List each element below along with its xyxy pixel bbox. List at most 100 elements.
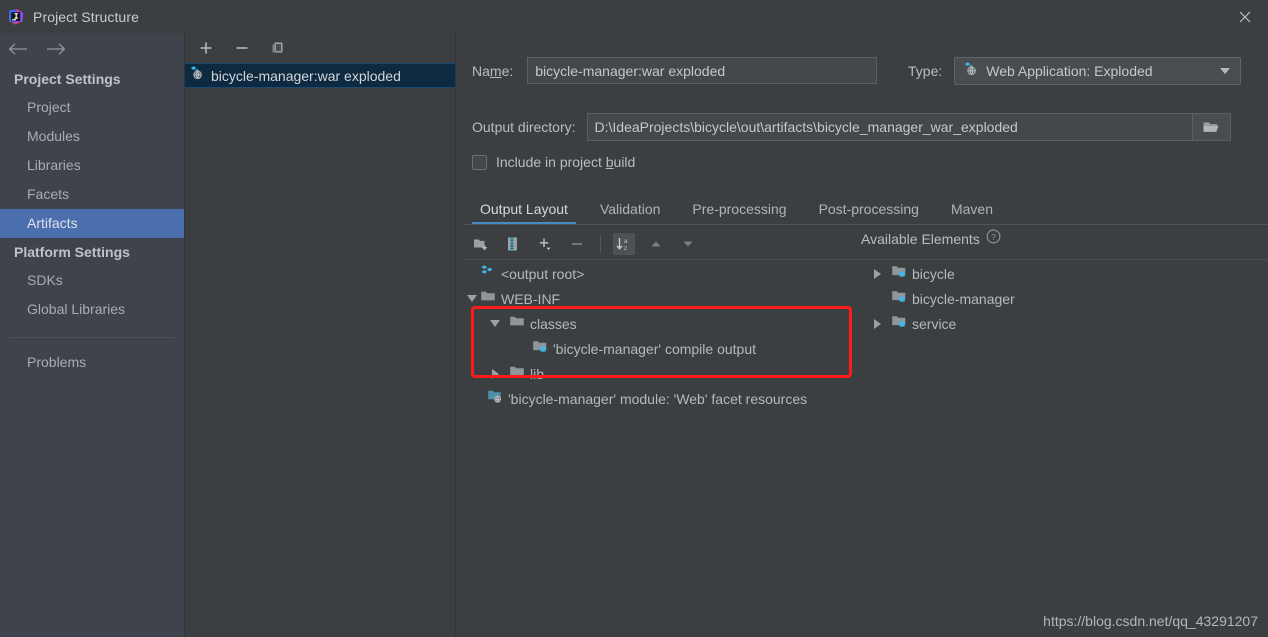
watermark-text: https://blog.csdn.net/qq_43291207 bbox=[1043, 613, 1258, 629]
arrow-left-icon[interactable] bbox=[6, 37, 32, 61]
sidebar-item-sdks[interactable]: SDKs bbox=[0, 266, 184, 295]
add-artifact-button[interactable] bbox=[195, 37, 217, 59]
tab-output-layout[interactable]: Output Layout bbox=[464, 201, 584, 225]
twisty-right-icon[interactable] bbox=[487, 366, 503, 382]
tree-node-web-facet-resources[interactable]: 'bicycle-manager' module: 'Web' facet re… bbox=[464, 386, 864, 411]
triangle-up-icon[interactable] bbox=[645, 233, 667, 255]
artifacts-list-panel: bicycle-manager:war exploded bbox=[184, 33, 455, 637]
artifacts-toolbar bbox=[185, 33, 455, 63]
output-directory-field bbox=[586, 113, 1231, 141]
twisty-placeholder bbox=[516, 341, 532, 357]
available-elements-header: Available Elements ? bbox=[861, 229, 1001, 249]
close-icon[interactable] bbox=[1222, 0, 1268, 33]
web-facet-resources-icon bbox=[487, 388, 503, 409]
module-output-icon bbox=[532, 338, 548, 359]
window-title: Project Structure bbox=[33, 8, 139, 25]
sidebar-item-libraries[interactable]: Libraries bbox=[0, 151, 184, 180]
type-label: Type: bbox=[908, 63, 943, 79]
available-elements-title: Available Elements bbox=[861, 231, 980, 247]
module-output-icon bbox=[891, 263, 907, 284]
twisty-right-icon[interactable] bbox=[869, 266, 885, 282]
output-directory-label: Output directory: bbox=[472, 119, 576, 135]
name-label: Name: bbox=[472, 62, 514, 79]
triangle-down-icon[interactable] bbox=[677, 233, 699, 255]
type-field-row: Type: Web Application: Exploded bbox=[908, 57, 1242, 85]
output-root-icon bbox=[480, 263, 496, 284]
available-item-bicycle-manager[interactable]: bicycle-manager bbox=[861, 286, 1268, 311]
new-folder-icon[interactable] bbox=[470, 233, 492, 255]
twisty-placeholder bbox=[869, 291, 885, 307]
artifact-editor-panel: Name: Type: Web Application: Exploded bbox=[455, 33, 1268, 637]
name-field-row: Name: bbox=[472, 57, 878, 84]
tree-node-compile-output[interactable]: 'bicycle-manager' compile output bbox=[464, 336, 864, 361]
type-dropdown-value: Web Application: Exploded bbox=[986, 63, 1153, 79]
checkbox-box bbox=[472, 154, 487, 170]
editor-tabs: Output Layout Validation Pre-processing … bbox=[464, 193, 1268, 225]
folder-icon bbox=[509, 313, 525, 334]
tree-node-label: 'bicycle-manager' compile output bbox=[553, 340, 756, 357]
arrow-right-icon[interactable] bbox=[42, 37, 68, 61]
available-item-label: bicycle bbox=[912, 265, 955, 282]
include-in-project-build-checkbox[interactable]: Include in project build bbox=[472, 154, 635, 170]
available-item-service[interactable]: service bbox=[861, 311, 1268, 336]
tab-maven[interactable]: Maven bbox=[935, 201, 1009, 225]
output-layout-divider bbox=[464, 259, 860, 260]
svg-text:z: z bbox=[624, 245, 627, 252]
tab-post-processing[interactable]: Post-processing bbox=[803, 201, 935, 225]
tree-node-output-root[interactable]: <output root> bbox=[464, 261, 864, 286]
sidebar-item-artifacts[interactable]: Artifacts bbox=[0, 209, 184, 238]
output-directory-row: Output directory: bbox=[472, 113, 1231, 141]
folder-icon bbox=[509, 363, 525, 384]
module-output-icon bbox=[891, 313, 907, 334]
remove-artifact-button[interactable] bbox=[231, 37, 253, 59]
sort-az-icon[interactable]: a z bbox=[613, 233, 635, 255]
twisty-placeholder bbox=[464, 266, 480, 282]
available-item-bicycle[interactable]: bicycle bbox=[861, 261, 1268, 286]
sidebar-item-problems[interactable]: Problems bbox=[0, 348, 184, 377]
intellij-idea-icon bbox=[8, 8, 24, 25]
artifacts-list: bicycle-manager:war exploded bbox=[185, 63, 455, 88]
title-bar: Project Structure bbox=[0, 0, 1268, 33]
list-item-label: bicycle-manager:war exploded bbox=[211, 67, 401, 84]
settings-sidebar: Project Settings Project Modules Librari… bbox=[0, 33, 184, 637]
twisty-right-icon[interactable] bbox=[869, 316, 885, 332]
tab-pre-processing[interactable]: Pre-processing bbox=[676, 201, 802, 225]
output-layout-tree: <output root> WEB-INF classes 'bicycle-m… bbox=[464, 261, 864, 411]
sidebar-nav-arrows bbox=[0, 33, 184, 65]
available-item-label: bicycle-manager bbox=[912, 290, 1015, 307]
output-directory-input[interactable] bbox=[587, 114, 1192, 140]
tree-node-classes[interactable]: classes bbox=[464, 311, 864, 336]
tab-validation[interactable]: Validation bbox=[584, 201, 676, 225]
twisty-down-icon[interactable] bbox=[487, 316, 503, 332]
tree-node-label: <output root> bbox=[501, 265, 585, 282]
web-application-exploded-icon bbox=[189, 65, 205, 86]
type-dropdown[interactable]: Web Application: Exploded bbox=[954, 57, 1242, 85]
list-item[interactable]: bicycle-manager:war exploded bbox=[185, 63, 455, 88]
copy-artifact-button[interactable] bbox=[267, 37, 289, 59]
output-layout-toolbar: a z bbox=[464, 229, 864, 259]
web-application-exploded-icon bbox=[963, 61, 979, 82]
tree-node-lib[interactable]: lib bbox=[464, 361, 864, 386]
tree-node-label: classes bbox=[530, 315, 577, 332]
folder-open-icon[interactable] bbox=[1191, 114, 1230, 140]
tree-node-label: 'bicycle-manager' module: 'Web' facet re… bbox=[508, 390, 808, 407]
name-input[interactable] bbox=[527, 57, 878, 84]
sidebar-group-project-settings: Project Settings bbox=[14, 71, 121, 87]
archive-jar-icon[interactable] bbox=[502, 233, 524, 255]
sidebar-item-facets[interactable]: Facets bbox=[0, 180, 184, 209]
sidebar-item-project[interactable]: Project bbox=[0, 93, 184, 122]
sidebar-item-modules[interactable]: Modules bbox=[0, 122, 184, 151]
include-in-project-build-label: Include in project build bbox=[496, 154, 636, 170]
twisty-down-icon[interactable] bbox=[464, 291, 480, 307]
tree-node-web-inf[interactable]: WEB-INF bbox=[464, 286, 864, 311]
plus-dropdown-icon[interactable] bbox=[534, 233, 556, 255]
sidebar-divider bbox=[10, 337, 174, 338]
chevron-down-icon bbox=[1220, 68, 1231, 74]
available-item-label: service bbox=[912, 315, 957, 332]
sidebar-item-global-libraries[interactable]: Global Libraries bbox=[0, 295, 184, 324]
module-output-icon bbox=[891, 288, 907, 309]
available-elements-tree: bicycle bicycle-manager service bbox=[861, 261, 1268, 336]
minus-icon[interactable] bbox=[566, 233, 588, 255]
folder-icon bbox=[480, 288, 496, 309]
help-circle-icon[interactable]: ? bbox=[986, 229, 1001, 249]
